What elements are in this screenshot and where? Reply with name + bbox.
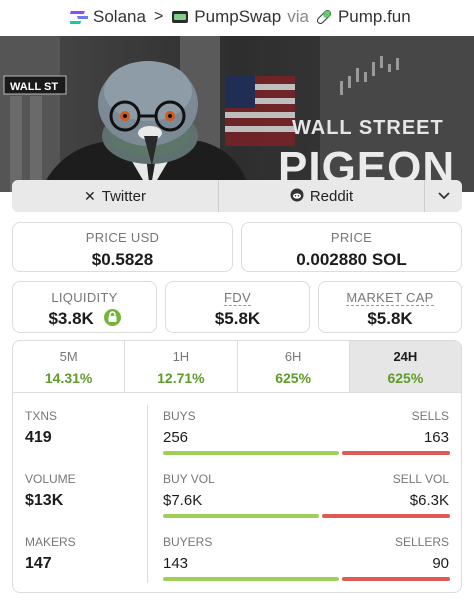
- chevron-right-icon: >: [153, 8, 164, 25]
- sells-label: SELLS: [411, 409, 449, 423]
- tab-label: 5M: [59, 349, 78, 364]
- buys-label: BUYS: [163, 409, 196, 423]
- liquidity-card: LIQUIDITY $3.8K: [12, 281, 157, 333]
- buyers-value: 143: [163, 555, 189, 572]
- volume-label: VOLUME: [25, 472, 76, 486]
- via-label: via: [287, 7, 309, 26]
- buy-vol-value: $7.6K: [163, 492, 203, 509]
- buys-bar: [163, 451, 339, 455]
- buyers-label: BUYERS: [163, 535, 213, 549]
- trade-stats-panel: TXNS 419 BUYS 256 SELLS 163 VOLUME $13K …: [12, 393, 462, 593]
- lock-icon[interactable]: [103, 309, 121, 326]
- fdv-value: $5.8K: [214, 309, 261, 328]
- sellers-bar: [342, 577, 450, 581]
- market-cap-card: MARKET CAP $5.8K: [318, 281, 462, 333]
- price-usd-value: $0.5828: [91, 250, 154, 269]
- tab-5m[interactable]: 5M 14.31%: [13, 341, 126, 392]
- tab-label: 1H: [172, 349, 190, 364]
- timeframe-tabs: 5M 14.31% 1H 12.71% 6H 625% 24H 625%: [12, 340, 462, 393]
- x-icon: ✕: [84, 187, 96, 204]
- token-banner: WALL ST WALL STREET PIGEON: [0, 36, 474, 192]
- reddit-button[interactable]: Reddit: [218, 180, 424, 212]
- buy-vol-bar: [163, 514, 319, 518]
- price-usd-label: PRICE USD: [85, 230, 160, 245]
- solana-icon: [66, 8, 93, 26]
- chevron-down-icon: [437, 192, 450, 200]
- fdv-card: FDV $5.8K: [165, 281, 310, 333]
- liquidity-label: LIQUIDITY: [51, 290, 118, 305]
- tab-change: 625%: [387, 370, 424, 386]
- price-native-card: PRICE 0.002880 SOL: [241, 222, 462, 272]
- twitter-button[interactable]: ✕ Twitter: [12, 180, 218, 212]
- tab-change: 625%: [275, 370, 312, 386]
- banner-title-line1: WALL STREET: [292, 117, 444, 139]
- volume-value: $13K: [25, 492, 64, 509]
- sells-value: 163: [423, 429, 449, 446]
- street-sign-text: WALL ST: [10, 81, 58, 93]
- mcap-label-wrap: MARKET CAP: [319, 290, 461, 306]
- tab-label: 24H: [393, 349, 418, 364]
- pumpswap-icon: [171, 8, 189, 26]
- dex-link[interactable]: PumpSwap: [194, 7, 281, 27]
- buyers-bar: [163, 577, 339, 581]
- reddit-label: Reddit: [309, 187, 354, 205]
- breadcrumb: Solana > PumpSwap via Pump.fun: [0, 0, 474, 34]
- sellers-label: SELLERS: [394, 535, 449, 549]
- fdv-label[interactable]: FDV: [224, 290, 251, 306]
- liquidity-value: $3.8K: [48, 309, 94, 328]
- launchpad-link[interactable]: Pump.fun: [338, 7, 411, 27]
- tab-change: 14.31%: [44, 370, 93, 386]
- buy-vol-label: BUY VOL: [163, 472, 215, 486]
- tab-24h[interactable]: 24H 625%: [349, 341, 461, 392]
- sell-vol-bar: [322, 514, 450, 518]
- makers-label[interactable]: MAKERS: [25, 535, 76, 549]
- market-cap-value: $5.8K: [367, 309, 413, 328]
- price-native-value: 0.002880 SOL: [296, 250, 407, 269]
- tab-change: 12.71%: [157, 370, 205, 386]
- price-usd-card: PRICE USD $0.5828: [12, 222, 233, 272]
- tab-1h[interactable]: 1H 12.71%: [125, 341, 238, 392]
- sell-vol-label: SELL VOL: [392, 472, 449, 486]
- pill-icon: [315, 8, 333, 26]
- twitter-label: Twitter: [101, 187, 146, 205]
- sells-bar: [342, 451, 450, 455]
- more-links-button[interactable]: [424, 180, 462, 212]
- buys-value: 256: [163, 429, 189, 446]
- fdv-label-wrap: FDV: [166, 290, 309, 306]
- market-cap-label[interactable]: MARKET CAP: [346, 290, 434, 306]
- liquidity-row: $3.8K: [13, 309, 156, 329]
- txns-label: TXNS: [25, 409, 58, 423]
- txns-value: 419: [25, 429, 52, 446]
- divider: [147, 405, 148, 583]
- social-links: ✕ Twitter Reddit: [12, 180, 462, 212]
- tab-label: 6H: [284, 349, 302, 364]
- reddit-icon: [290, 188, 304, 205]
- chain-link[interactable]: Solana: [93, 7, 146, 27]
- sell-vol-value: $6.3K: [409, 492, 449, 509]
- price-native-label: PRICE: [330, 230, 373, 245]
- tab-6h[interactable]: 6H 625%: [238, 341, 350, 392]
- makers-value: 147: [25, 555, 52, 572]
- sellers-value: 90: [432, 555, 449, 572]
